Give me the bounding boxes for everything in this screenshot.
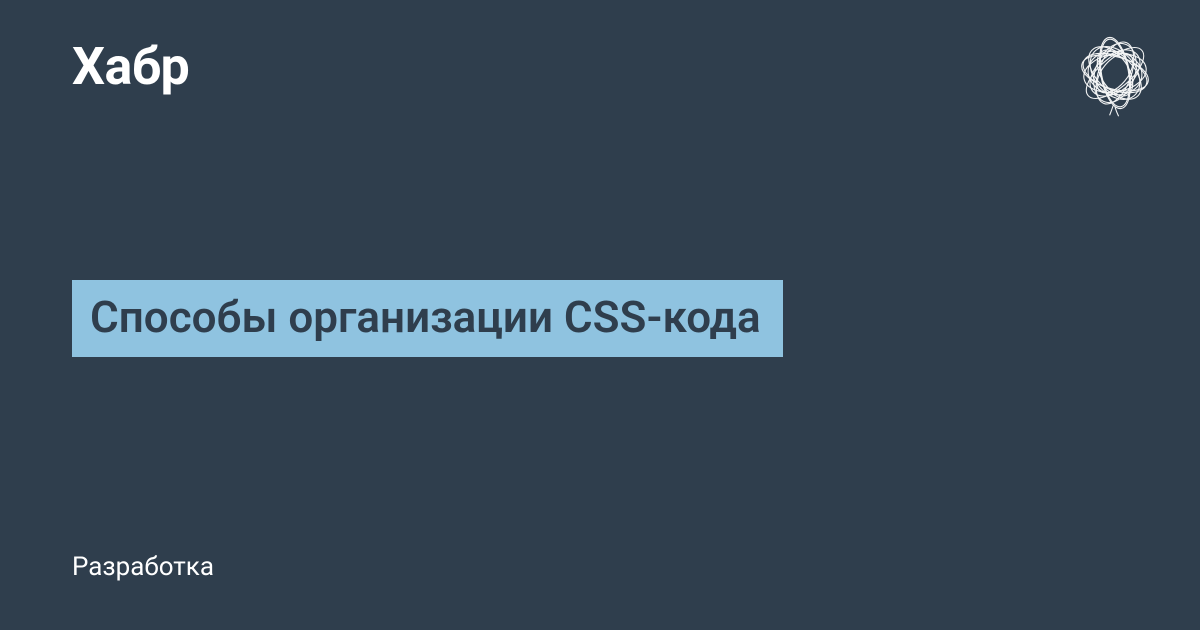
article-title: Способы организации CSS-кода [72, 280, 783, 357]
header: Хабр [72, 36, 1160, 118]
scribble-icon [1070, 28, 1160, 118]
site-logo: Хабр [72, 36, 189, 97]
article-category: Разработка [72, 552, 214, 582]
article-title-container: Способы организации CSS-кода [72, 280, 783, 357]
